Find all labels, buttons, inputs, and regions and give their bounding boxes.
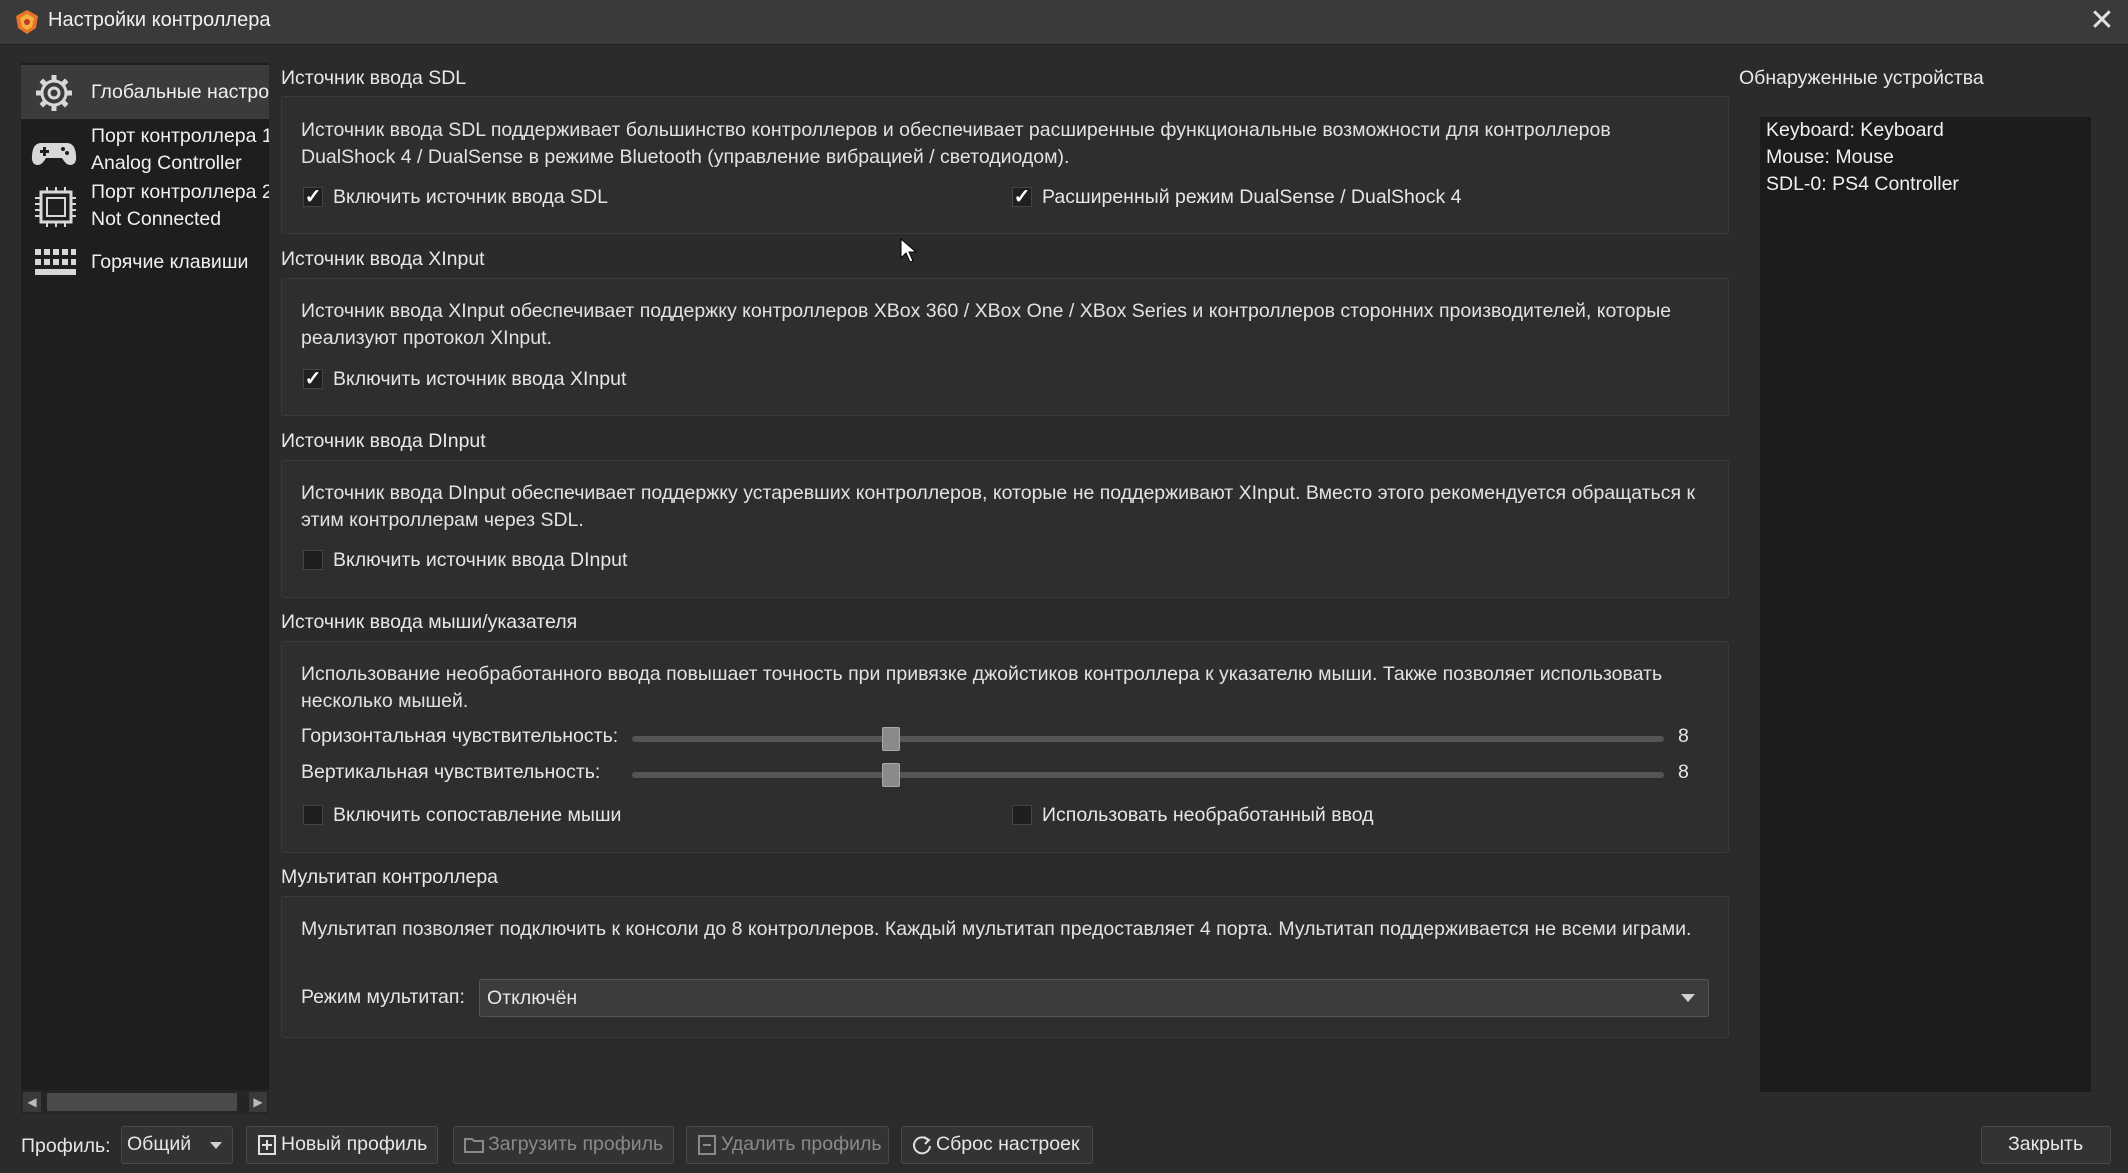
keyboard-icon [35,249,76,275]
app-logo-icon [16,10,38,34]
xinput-enable-label: Включить источник ввода XInput [333,368,627,390]
list-item[interactable]: Mouse: Mouse [1766,146,1894,169]
sidebar-item-label: Порт контроллера 1 [91,125,269,147]
sdl-group: Источник ввода SDL поддерживает большинс… [281,96,1729,234]
new-profile-label: Новый профиль [281,1133,428,1155]
xinput-section-title: Источник ввода XInput [281,248,485,270]
chevron-down-icon [1681,994,1695,1002]
sidebar-item-port-2[interactable]: Порт контроллера 2 Not Connected [21,179,269,233]
sidebar-item-label: Порт контроллера 2 [91,181,269,203]
checkmark-icon: ✓ [304,368,322,390]
new-profile-button[interactable]: Новый профиль [246,1126,438,1164]
sidebar-item-port-1[interactable]: Порт контроллера 1 Analog Controller [21,123,269,177]
mouse-description: Использование необработанного ввода повы… [301,663,1663,712]
checkmark-icon: ✓ [1013,186,1031,208]
xinput-group: Источник ввода XInput обеспечивает подде… [281,278,1729,416]
list-item[interactable]: SDL-0: PS4 Controller [1766,173,1959,196]
gear-icon [36,75,72,111]
xinput-description: Источник ввода XInput обеспечивает подде… [301,300,1672,349]
mouse-cursor-icon [900,238,918,263]
new-document-icon [258,1135,276,1155]
scroll-right-icon[interactable]: ▶ [249,1092,267,1112]
vertical-sensitivity-handle[interactable] [882,763,900,787]
mouse-mapping-label: Включить сопоставление мыши [333,804,622,826]
multitap-mode-value: Отключён [487,987,578,1009]
raw-input-label: Использовать необработанный ввод [1042,804,1374,826]
refresh-icon [913,1136,931,1155]
horizontal-sensitivity-handle[interactable] [882,727,900,751]
multitap-section-title: Мультитап контроллера [281,866,499,888]
dinput-section-title: Источник ввода DInput [281,430,486,452]
close-window-button[interactable]: ✕ [2088,4,2116,38]
dinput-group: Источник ввода DInput обеспечивает подде… [281,460,1729,598]
delete-profile-button[interactable]: Удалить профиль [686,1126,889,1164]
sidebar-item-sublabel: Not Connected [91,208,222,230]
chip-icon [35,187,76,227]
dualsense-enhanced-checkbox[interactable]: ✓ [1012,187,1032,207]
sidebar: Глобальные настро Порт контроллера 1 Ana… [21,63,269,1113]
mouse-mapping-checkbox[interactable] [303,805,323,825]
dinput-enable-checkbox[interactable] [303,550,323,570]
close-button-label: Закрыть [2008,1133,2084,1155]
sidebar-item-hotkeys[interactable]: Горячие клавиши [21,235,269,289]
list-item[interactable]: Keyboard: Keyboard [1766,119,1944,142]
multitap-group: Мультитап позволяет подключить к консоли… [281,896,1729,1038]
vertical-sensitivity-label: Вертикальная чувствительность: [301,761,601,783]
multitap-description: Мультитап позволяет подключить к консоли… [301,918,1692,940]
scroll-left-icon[interactable]: ◀ [23,1092,41,1112]
vertical-sensitivity-slider[interactable] [632,772,1664,778]
title-bar [0,0,2128,45]
sdl-enable-checkbox[interactable]: ✓ [303,187,323,207]
sidebar-item-label: Глобальные настро [91,81,269,103]
reset-settings-label: Сброс настроек [936,1133,1080,1155]
scrollbar-thumb[interactable] [47,1093,237,1111]
sdl-description: Источник ввода SDL поддерживает большинс… [301,119,1611,168]
horizontal-sensitivity-slider[interactable] [632,736,1664,742]
chevron-down-icon [210,1142,222,1149]
sidebar-horizontal-scrollbar[interactable]: ◀ ▶ [21,1090,269,1114]
devices-title: Обнаруженные устройства [1739,67,1984,89]
vertical-sensitivity-value: 8 [1678,761,1689,783]
devices-list: Keyboard: Keyboard Mouse: Mouse SDL-0: P… [1760,117,2091,1092]
sidebar-item-label: Горячие клавиши [91,251,249,273]
profile-select-value: Общий [127,1133,192,1155]
window-title: Настройки контроллера [48,9,271,31]
mouse-group: Использование необработанного ввода повы… [281,641,1729,853]
delete-document-icon [698,1135,716,1155]
multitap-mode-label: Режим мультитап: [301,986,465,1008]
dinput-description: Источник ввода DInput обеспечивает подде… [301,482,1695,531]
sdl-section-title: Источник ввода SDL [281,67,467,89]
profile-select[interactable]: Общий [121,1126,233,1164]
horizontal-sensitivity-value: 8 [1678,725,1689,747]
sidebar-item-sublabel: Analog Controller [91,152,242,174]
delete-profile-label: Удалить профиль [721,1133,882,1155]
dualsense-enhanced-label: Расширенный режим DualSense / DualShock … [1042,186,1462,208]
sidebar-item-global-settings[interactable]: Глобальные настро [21,65,269,119]
mouse-section-title: Источник ввода мыши/указателя [281,611,578,633]
reset-settings-button[interactable]: Сброс настроек [901,1126,1093,1164]
dinput-enable-label: Включить источник ввода DInput [333,549,628,571]
close-button[interactable]: Закрыть [1981,1126,2111,1164]
profile-label: Профиль: [21,1135,111,1157]
horizontal-sensitivity-label: Горизонтальная чувствительность: [301,725,619,747]
raw-input-checkbox[interactable] [1012,805,1032,825]
xinput-enable-checkbox[interactable]: ✓ [303,369,323,389]
multitap-mode-select[interactable]: Отключён [479,979,1709,1017]
checkmark-icon: ✓ [304,186,322,208]
load-profile-button[interactable]: Загрузить профиль [453,1126,674,1164]
sdl-enable-label: Включить источник ввода SDL [333,186,608,208]
folder-open-icon [464,1138,484,1153]
load-profile-label: Загрузить профиль [488,1133,664,1155]
gamepad-icon [31,143,77,165]
